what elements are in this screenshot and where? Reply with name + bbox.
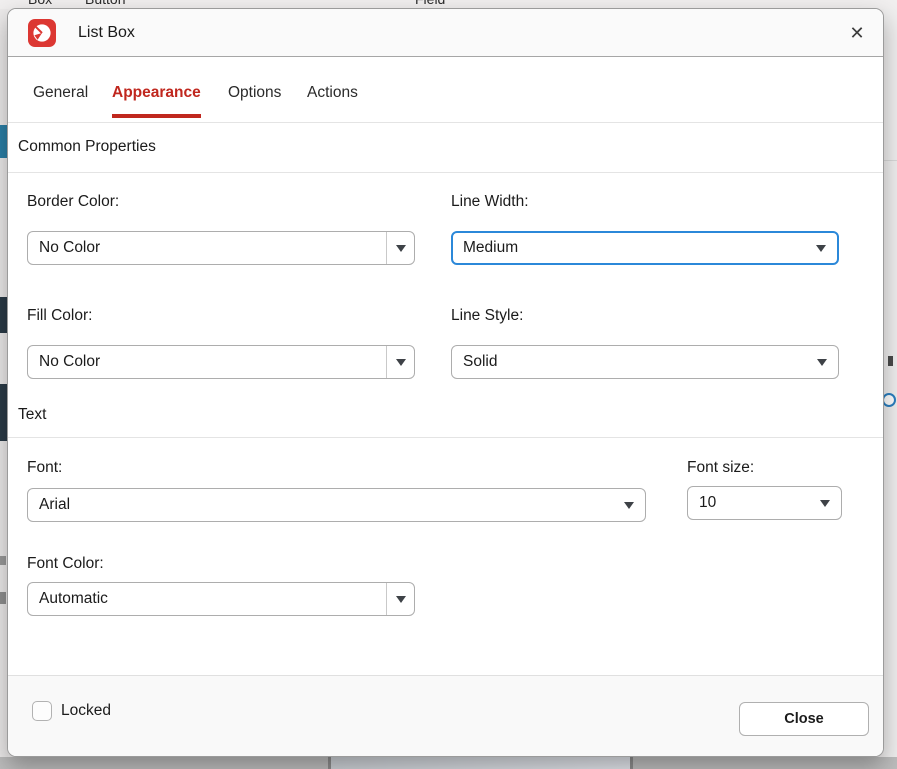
border-color-label: Border Color: bbox=[27, 193, 119, 211]
font-label: Font: bbox=[27, 459, 62, 477]
border-color-select[interactable]: No Color bbox=[27, 231, 415, 265]
background-label-box: Box bbox=[28, 0, 52, 7]
font-select[interactable]: Arial bbox=[27, 488, 646, 522]
background-circle-icon bbox=[882, 393, 896, 407]
background-page-fragment bbox=[331, 757, 630, 769]
tab-appearance[interactable]: Appearance bbox=[112, 84, 201, 118]
background-bottom-fragment bbox=[0, 757, 897, 769]
close-icon[interactable]: ✕ bbox=[841, 18, 873, 48]
section-title: Common Properties bbox=[18, 123, 156, 171]
background-text-fragment bbox=[0, 556, 6, 565]
section-common-properties: Common Properties bbox=[8, 123, 883, 173]
chevron-down-icon bbox=[396, 245, 406, 252]
combo-divider bbox=[386, 232, 387, 264]
background-divider bbox=[884, 160, 897, 161]
background-label-button: Button bbox=[85, 0, 125, 7]
chevron-down-icon bbox=[396, 359, 406, 366]
line-style-value: Solid bbox=[463, 346, 497, 378]
font-color-value: Automatic bbox=[39, 583, 108, 615]
line-width-value: Medium bbox=[463, 233, 518, 263]
fill-color-value: No Color bbox=[39, 346, 100, 378]
font-value: Arial bbox=[39, 489, 70, 521]
font-size-select[interactable]: 10 bbox=[687, 486, 842, 520]
combo-divider bbox=[386, 583, 387, 615]
locked-checkbox[interactable] bbox=[32, 701, 52, 721]
combo-divider bbox=[386, 346, 387, 378]
background-divider bbox=[328, 757, 331, 769]
line-style-label: Line Style: bbox=[451, 307, 523, 325]
fill-color-label: Fill Color: bbox=[27, 307, 92, 325]
tab-general[interactable]: General bbox=[33, 84, 88, 114]
dialog-tabbar: General Appearance Options Actions bbox=[8, 57, 883, 123]
font-size-label: Font size: bbox=[687, 459, 754, 477]
line-style-select[interactable]: Solid bbox=[451, 345, 839, 379]
chevron-down-icon bbox=[624, 502, 634, 509]
font-size-value: 10 bbox=[699, 487, 716, 519]
tab-actions[interactable]: Actions bbox=[307, 84, 358, 114]
chevron-down-icon bbox=[820, 500, 830, 507]
section-text: Text bbox=[8, 395, 883, 438]
dialog-titlebar[interactable]: List Box ✕ bbox=[8, 9, 883, 57]
font-color-label: Font Color: bbox=[27, 555, 104, 573]
dialog-footer: Locked Close bbox=[8, 675, 883, 756]
line-width-label: Line Width: bbox=[451, 193, 529, 211]
fill-color-select[interactable]: No Color bbox=[27, 345, 415, 379]
background-right-panel bbox=[884, 0, 897, 769]
chevron-down-icon bbox=[816, 245, 826, 252]
chevron-down-icon bbox=[396, 596, 406, 603]
dialog-title: List Box bbox=[78, 9, 135, 57]
background-divider bbox=[630, 757, 633, 769]
section-title: Text bbox=[18, 395, 46, 435]
tab-options[interactable]: Options bbox=[228, 84, 281, 114]
locked-label: Locked bbox=[61, 701, 111, 721]
app-logo-icon bbox=[28, 19, 56, 47]
border-color-value: No Color bbox=[39, 232, 100, 264]
background-label-field: Field bbox=[415, 0, 445, 7]
chevron-down-icon bbox=[817, 359, 827, 366]
background-text-fragment bbox=[0, 592, 6, 604]
close-button[interactable]: Close bbox=[739, 702, 869, 736]
font-color-select[interactable]: Automatic bbox=[27, 582, 415, 616]
list-box-properties-dialog: List Box ✕ General Appearance Options Ac… bbox=[7, 8, 884, 757]
line-width-select[interactable]: Medium bbox=[451, 231, 839, 265]
background-text-fragment bbox=[888, 356, 893, 366]
